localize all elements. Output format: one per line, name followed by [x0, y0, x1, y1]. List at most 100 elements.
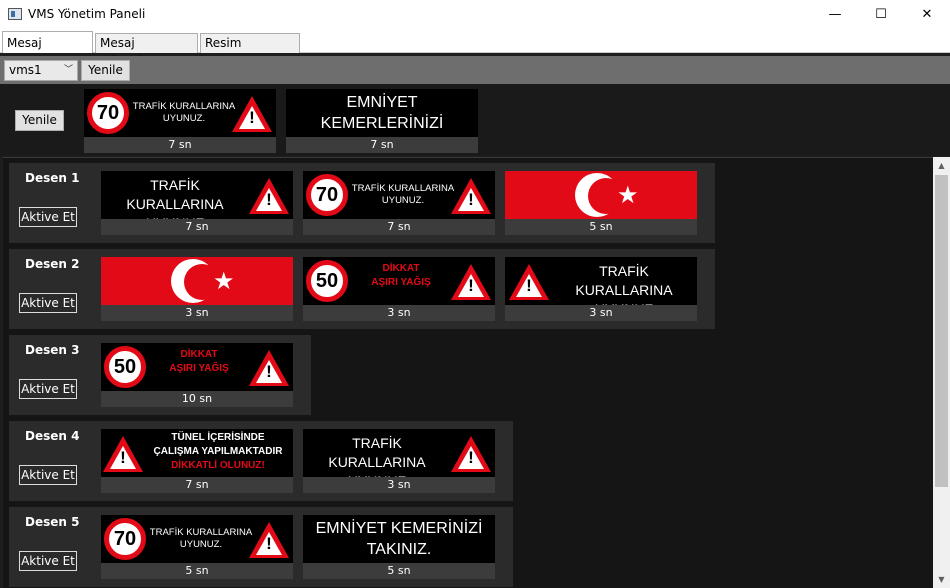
- sign-image: 70 TRAFİK KURALLARINA UYUNUZ.!: [84, 89, 276, 137]
- duration-label: 3 sn: [303, 477, 495, 493]
- exclamation-icon: !: [266, 362, 272, 381]
- message-tile[interactable]: 70 TRAFİK KURALLARINA UYUNUZ.! 5 sn: [101, 515, 293, 579]
- tab-mesaj-duzenleme[interactable]: Mesaj Düzenleme: [95, 33, 198, 68]
- toolbar-refresh-button[interactable]: Yenile: [81, 60, 130, 81]
- sign-text: EMNİYET KEMERİNİZİ TAKINIZ.: [315, 520, 483, 558]
- tab-resim-olusturma[interactable]: Resim Oluşturma: [200, 33, 300, 68]
- sign-image: ! TRAFİK KURALLARINA UYUNUZ: [505, 257, 697, 305]
- sign-image: TRAFİK KURALLARINA UYUNUZ!: [101, 171, 293, 219]
- sign-text: TRAFİK KURALLARINA UYUNUZ: [328, 435, 426, 477]
- pattern-row: Desen 1 Aktive Et TRAFİK KURALLARINA UYUNU…: [9, 163, 715, 243]
- minimize-button[interactable]: —: [812, 0, 858, 30]
- active-messages-panel: Yenile 70 TRAFİK KURALLARINA UYUNUZ.! 7 sn…: [0, 84, 950, 156]
- message-tile[interactable]: 70 TRAFİK KURALLARINA UYUNUZ.! 7 sn: [84, 89, 276, 153]
- message-tile[interactable]: ★ 3 sn: [101, 257, 293, 321]
- duration-label: 3 sn: [101, 305, 293, 321]
- star-icon: ★: [617, 181, 639, 209]
- duration-label: 5 sn: [101, 563, 293, 579]
- exclamation-icon: !: [120, 448, 126, 467]
- scroll-thumb[interactable]: [935, 175, 948, 487]
- pattern-label: Desen 1: [25, 171, 80, 185]
- sign-image: ! TÜNEL İÇERİSİNDE ÇALIŞMA YAPILMAKTADIR Dİ…: [101, 429, 293, 477]
- sign-text-line1: TÜNEL İÇERİSİNDE: [171, 432, 265, 443]
- exclamation-icon: !: [468, 276, 474, 295]
- pattern-label: Desen 3: [25, 343, 80, 357]
- close-button[interactable]: ✕: [904, 0, 950, 30]
- exclamation-icon: !: [526, 276, 532, 295]
- duration-label: 7 sn: [84, 137, 276, 153]
- maximize-button[interactable]: ☐: [858, 0, 904, 30]
- sign-image: 70 TRAFİK KURALLARINA UYUNUZ.!: [101, 515, 293, 563]
- activate-button[interactable]: Aktive Et: [19, 551, 77, 571]
- sign-image: 50 DİKKAT AŞIRI YAĞIŞ!: [303, 257, 495, 305]
- message-tile[interactable]: 50 DİKKAT AŞIRI YAĞIŞ! 3 sn: [303, 257, 495, 321]
- duration-label: 5 sn: [505, 219, 697, 235]
- speed-limit-icon: 70: [306, 174, 348, 216]
- scroll-up-icon[interactable]: ▲: [933, 157, 950, 174]
- duration-label: 3 sn: [505, 305, 697, 321]
- sign-text: EMNİYET KEMERLERİNİZİ TAKINIZ.: [320, 94, 444, 137]
- duration-label: 10 sn: [101, 391, 293, 407]
- activate-button[interactable]: Aktive Et: [19, 465, 77, 485]
- sign-text-line2: ÇALIŞMA YAPILMAKTADIR: [153, 446, 283, 457]
- message-tile[interactable]: TRAFİK KURALLARINA UYUNUZ!7 sn: [101, 171, 293, 235]
- message-tile[interactable]: EMNİYET KEMERİNİZİ TAKINIZ. 5 sn: [303, 515, 495, 579]
- sign-image: EMNİYET KEMERİNİZİ TAKINIZ.: [303, 515, 495, 563]
- pattern-row: Desen 2 Aktive Et ★ 3 sn 50 DİKKAT AŞIRI YAĞIŞ…: [9, 249, 715, 329]
- app-icon: [8, 8, 22, 20]
- pattern-row: Desen 3 Aktive Et 50 DİKKAT AŞIRI YAĞIŞ! 10 s…: [9, 335, 311, 415]
- message-tile[interactable]: TRAFİK KURALLARINA UYUNUZ!3 sn: [303, 429, 495, 493]
- tab-bar: Mesaj Yönetimi Mesaj Düzenleme Resim Olu…: [0, 30, 950, 72]
- duration-label: 7 sn: [101, 477, 293, 493]
- sign-image: TRAFİK KURALLARINA UYUNUZ!: [303, 429, 495, 477]
- sign-text: TRAFİK KURALLARINA UYUNUZ.: [149, 527, 253, 550]
- message-tile[interactable]: ! TRAFİK KURALLARINA UYUNUZ3 sn: [505, 257, 697, 321]
- pattern-list[interactable]: Desen 1 Aktive Et TRAFİK KURALLARINA UYUNU…: [3, 157, 933, 588]
- speed-limit-icon: 70: [87, 92, 129, 134]
- sign-image: ★: [101, 257, 293, 305]
- device-select[interactable]: vms1 ﹀: [4, 60, 78, 81]
- title-bar: VMS Yönetim Paneli — ☐ ✕: [0, 0, 950, 30]
- duration-label: 3 sn: [303, 305, 495, 321]
- pattern-label: Desen 5: [25, 515, 80, 529]
- activate-button[interactable]: Aktive Et: [19, 293, 77, 313]
- sign-image: 50 DİKKAT AŞIRI YAĞIŞ!: [101, 343, 293, 391]
- pattern-row: Desen 5 Aktive Et 70 TRAFİK KURALLARINA UYU…: [9, 507, 513, 587]
- pattern-label: Desen 2: [25, 257, 80, 271]
- exclamation-icon: !: [266, 534, 272, 553]
- toolbar: vms1 ﹀ Yenile: [0, 56, 950, 84]
- sign-text: TRAFİK KURALLARINA UYUNUZ: [575, 263, 673, 305]
- sign-image: ★: [505, 171, 697, 219]
- exclamation-icon: !: [266, 190, 272, 209]
- window-title: VMS Yönetim Paneli: [28, 7, 146, 21]
- sign-text: TRAFİK KURALLARINA UYUNUZ.: [132, 101, 236, 124]
- sign-text-reason: AŞIRI YAĞIŞ: [371, 277, 431, 288]
- sign-text: TRAFİK KURALLARINA UYUNUZ: [126, 177, 224, 219]
- star-icon: ★: [213, 267, 235, 295]
- duration-label: 7 sn: [101, 219, 293, 235]
- message-tile[interactable]: 70 TRAFİK KURALLARINA UYUNUZ.! 7 sn: [303, 171, 495, 235]
- vertical-scrollbar[interactable]: ▲ ▼: [933, 157, 950, 588]
- sign-text: TRAFİK KURALLARINA UYUNUZ.: [351, 183, 455, 206]
- sign-image: EMNİYET KEMERLERİNİZİ TAKINIZ.: [286, 89, 478, 137]
- message-tile[interactable]: ★ 5 sn: [505, 171, 697, 235]
- sign-text-warning: DİKKAT: [382, 263, 420, 274]
- activate-button[interactable]: Aktive Et: [19, 379, 77, 399]
- active-refresh-button[interactable]: Yenile: [15, 110, 64, 131]
- tab-mesaj-yonetimi[interactable]: Mesaj Yönetimi: [2, 31, 93, 72]
- exclamation-icon: !: [249, 108, 255, 127]
- sign-text-line3: DİKKATLİ OLUNUZ!: [171, 460, 265, 471]
- duration-label: 7 sn: [286, 137, 478, 153]
- pattern-label: Desen 4: [25, 429, 80, 443]
- duration-label: 5 sn: [303, 563, 495, 579]
- activate-button[interactable]: Aktive Et: [19, 207, 77, 227]
- sign-image: 70 TRAFİK KURALLARINA UYUNUZ.!: [303, 171, 495, 219]
- pattern-row: Desen 4 Aktive Et! TÜNEL İÇERİSİNDE ÇALIŞMA…: [9, 421, 513, 501]
- speed-limit-icon: 70: [104, 518, 146, 560]
- exclamation-icon: !: [468, 448, 474, 467]
- scroll-down-icon[interactable]: ▼: [933, 571, 950, 588]
- sign-text-reason: AŞIRI YAĞIŞ: [169, 363, 229, 374]
- message-tile[interactable]: EMNİYET KEMERLERİNİZİ TAKINIZ.7 sn: [286, 89, 478, 153]
- message-tile[interactable]: ! TÜNEL İÇERİSİNDE ÇALIŞMA YAPILMAKTADIR Dİ…: [101, 429, 293, 493]
- message-tile[interactable]: 50 DİKKAT AŞIRI YAĞIŞ! 10 sn: [101, 343, 293, 407]
